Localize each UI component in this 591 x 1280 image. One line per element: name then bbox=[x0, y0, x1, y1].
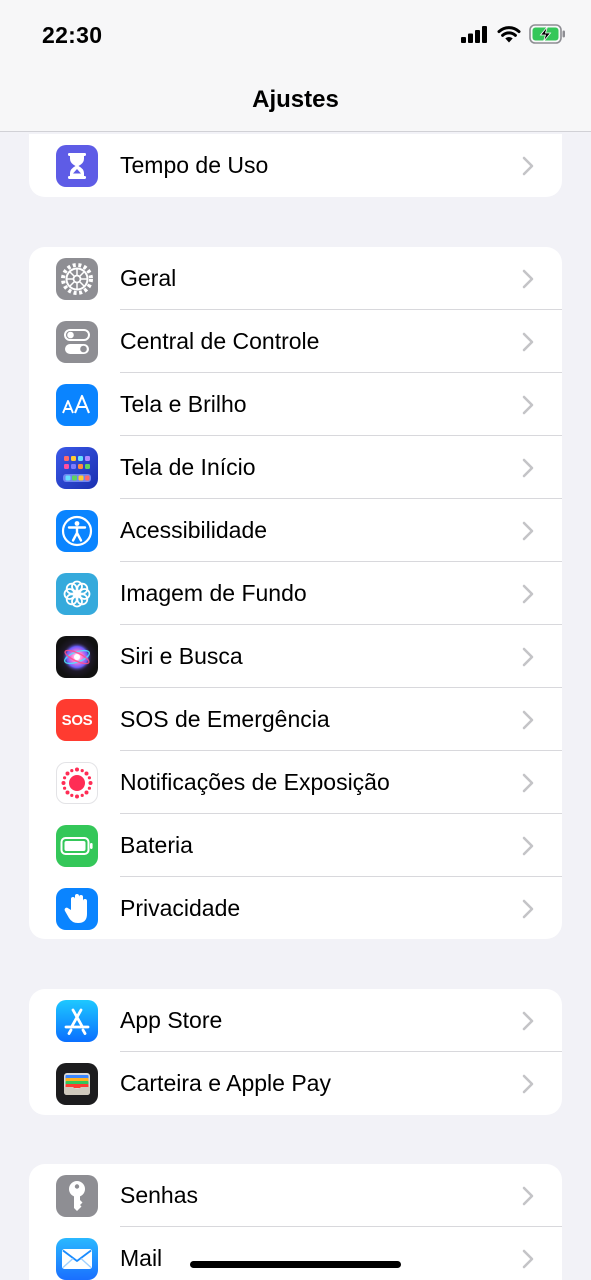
settings-row-label: Imagem de Fundo bbox=[120, 580, 307, 606]
battery-icon bbox=[56, 825, 98, 867]
sos-icon-text: SOS bbox=[61, 711, 93, 729]
chevron-right-icon bbox=[522, 1011, 534, 1031]
wallet-icon bbox=[56, 1063, 98, 1105]
settings-row-mail[interactable]: Mail bbox=[29, 1227, 562, 1280]
settings-row-home-screen[interactable]: Tela de Início bbox=[29, 436, 562, 499]
settings-row-control-center[interactable]: Central de Controle bbox=[29, 310, 562, 373]
settings-row-label: Tempo de Uso bbox=[120, 152, 269, 178]
siri-icon bbox=[56, 636, 98, 678]
chevron-right-icon bbox=[522, 836, 534, 856]
chevron-right-icon bbox=[522, 1249, 534, 1269]
exposure-notification-icon bbox=[56, 762, 98, 804]
mail-icon bbox=[56, 1238, 98, 1280]
settings-row-label: Bateria bbox=[120, 832, 193, 858]
chevron-right-icon bbox=[522, 156, 534, 176]
toggles-icon bbox=[56, 321, 98, 363]
settings-row-label: Privacidade bbox=[120, 895, 241, 921]
settings-row-label: Tela de Início bbox=[120, 454, 256, 480]
key-icon bbox=[56, 1175, 98, 1217]
settings-row-screen-time[interactable]: Tempo de Uso bbox=[29, 134, 562, 197]
settings-row-label: Geral bbox=[120, 265, 177, 291]
chevron-right-icon bbox=[522, 647, 534, 667]
chevron-right-icon bbox=[522, 458, 534, 478]
chevron-right-icon bbox=[522, 1074, 534, 1094]
text-size-icon bbox=[56, 384, 98, 426]
top-bar: 22:30 Ajustes bbox=[0, 0, 591, 132]
settings-row-exposure-notifications[interactable]: Notificações de Exposição bbox=[29, 751, 562, 814]
chevron-right-icon bbox=[522, 710, 534, 730]
settings-row-label: Carteira e Apple Pay bbox=[120, 1070, 331, 1096]
settings-row-battery[interactable]: Bateria bbox=[29, 814, 562, 877]
accessibility-icon bbox=[56, 510, 98, 552]
settings-row-label: Tela e Brilho bbox=[120, 391, 247, 417]
settings-row-display-brightness[interactable]: Tela e Brilho bbox=[29, 373, 562, 436]
cellular-signal-icon bbox=[461, 26, 487, 43]
settings-row-wallpaper[interactable]: Imagem de Fundo bbox=[29, 562, 562, 625]
settings-row-label: Siri e Busca bbox=[120, 643, 243, 669]
chevron-right-icon bbox=[522, 269, 534, 289]
chevron-right-icon bbox=[522, 773, 534, 793]
page-title: Ajustes bbox=[252, 86, 339, 113]
settings-group-store: App Store Carteira e Apple Pay bbox=[29, 989, 562, 1115]
settings-row-label: SOS de Emergência bbox=[120, 706, 330, 732]
settings-row-label: Senhas bbox=[120, 1182, 199, 1208]
sos-icon: SOS bbox=[56, 699, 98, 741]
settings-row-privacy[interactable]: Privacidade bbox=[29, 877, 562, 939]
status-time: 22:30 bbox=[42, 22, 103, 48]
chevron-right-icon bbox=[522, 1186, 534, 1206]
settings-row-label: Notificações de Exposição bbox=[120, 769, 390, 795]
chevron-right-icon bbox=[522, 332, 534, 352]
settings-row-label: App Store bbox=[120, 1007, 223, 1033]
flower-icon bbox=[56, 573, 98, 615]
home-screen-grid-icon bbox=[56, 447, 98, 489]
settings-row-siri-search[interactable]: Siri e Busca bbox=[29, 625, 562, 688]
settings-group-screen-time: Tempo de Uso bbox=[29, 134, 562, 197]
settings-row-passwords[interactable]: Senhas bbox=[29, 1164, 562, 1227]
settings-row-label: Mail bbox=[120, 1245, 163, 1271]
chevron-right-icon bbox=[522, 899, 534, 919]
settings-row-label: Acessibilidade bbox=[120, 517, 268, 543]
hand-icon bbox=[56, 888, 98, 930]
app-store-icon bbox=[56, 1000, 98, 1042]
chevron-right-icon bbox=[522, 521, 534, 541]
settings-row-wallet-apple-pay[interactable]: Carteira e Apple Pay bbox=[29, 1052, 562, 1115]
settings-row-accessibility[interactable]: Acessibilidade bbox=[29, 499, 562, 562]
settings-group-general: Geral Central de Controle Tela e Brilho bbox=[29, 247, 562, 939]
home-indicator[interactable] bbox=[190, 1261, 401, 1268]
settings-row-general[interactable]: Geral bbox=[29, 247, 562, 310]
chevron-right-icon bbox=[522, 395, 534, 415]
settings-row-emergency-sos[interactable]: SOS SOS de Emergência bbox=[29, 688, 562, 751]
settings-row-app-store[interactable]: App Store bbox=[29, 989, 562, 1052]
settings-row-label: Central de Controle bbox=[120, 328, 320, 354]
hourglass-icon bbox=[56, 145, 98, 187]
status-icons bbox=[461, 24, 567, 44]
wifi-icon bbox=[497, 26, 521, 43]
gear-icon bbox=[56, 258, 98, 300]
battery-charging-icon bbox=[529, 24, 565, 44]
chevron-right-icon bbox=[522, 584, 534, 604]
